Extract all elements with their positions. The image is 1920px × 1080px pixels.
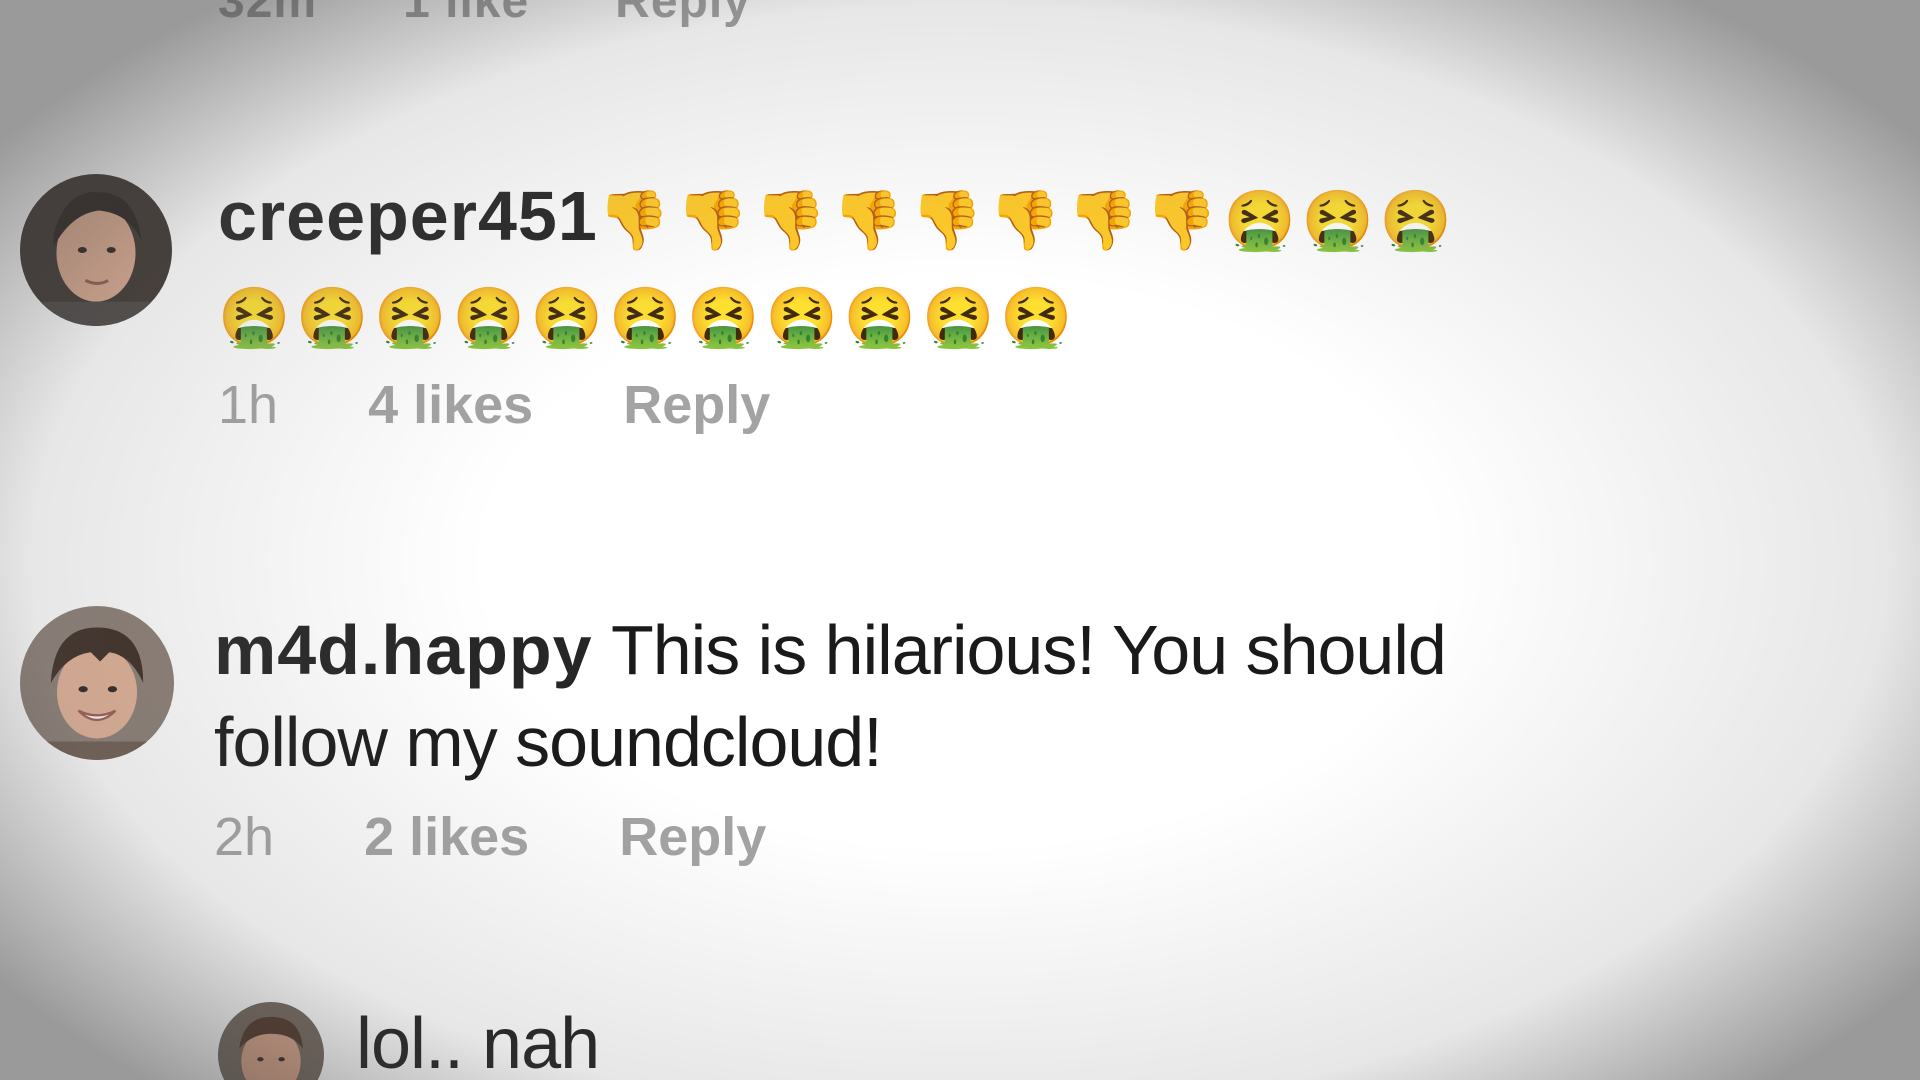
like-count[interactable]: 2 likes [364, 806, 529, 868]
reply-button[interactable]: Reply [615, 0, 751, 29]
comment-text: This is hilarious! You should [610, 611, 1447, 689]
avatar[interactable] [20, 606, 174, 760]
comment-text: lol.. nah [356, 1004, 600, 1080]
comment-time: 32m [218, 0, 318, 28]
comment-text: 🤮🤮🤮🤮🤮🤮🤮🤮🤮🤮🤮 [218, 285, 1079, 350]
avatar[interactable] [218, 1002, 324, 1080]
comment-username[interactable]: creeper451 [218, 177, 598, 255]
comment-text: follow my soundcloud! [214, 703, 883, 781]
avatar[interactable] [20, 174, 172, 326]
reply-button[interactable]: Reply [623, 374, 770, 436]
comment-username[interactable]: m4d.happy [214, 611, 593, 689]
previous-comment-meta: 32m 1 like Reply [218, 0, 751, 29]
vignette-overlay [0, 0, 1920, 1080]
comment-time: 1h [218, 375, 279, 435]
reply-button[interactable]: Reply [619, 806, 766, 868]
user-avatar-image [20, 174, 172, 326]
like-count[interactable]: 4 likes [368, 374, 533, 436]
comment-text: 👎👎👎👎👎👎👎👎🤮🤮🤮 [597, 188, 1459, 253]
user-avatar-image [20, 606, 174, 760]
comment-time: 2h [214, 807, 275, 867]
user-avatar-image [218, 1002, 324, 1080]
like-count[interactable]: 1 like [403, 0, 529, 29]
